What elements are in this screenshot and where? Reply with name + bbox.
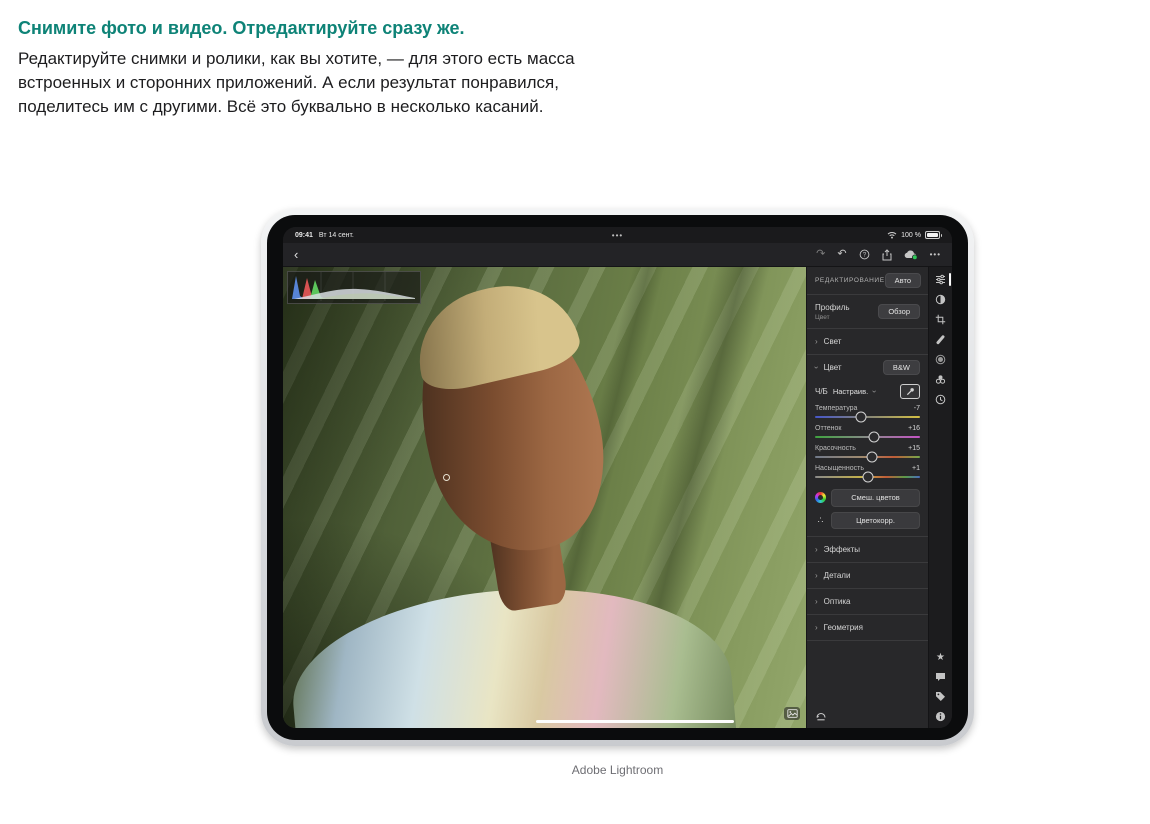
slider-label: Оттенок — [815, 425, 842, 432]
auto-button[interactable]: Авто — [885, 273, 921, 289]
page-title: Снимите фото и видео. Отредактируйте сра… — [18, 16, 624, 40]
battery-icon — [925, 231, 940, 239]
slider-value: +1 — [912, 465, 920, 472]
slider-label: Насыщенность — [815, 465, 864, 472]
subject-earring — [443, 474, 450, 481]
slider-value: +15 — [908, 445, 920, 452]
slider-track[interactable] — [815, 436, 920, 438]
tool-rail: ★ — [928, 267, 952, 728]
bw-toggle-button[interactable]: B&W — [883, 360, 920, 376]
filmstrip-toggle-button[interactable] — [784, 707, 800, 720]
hero-copy: Снимите фото и видео. Отредактируйте сра… — [18, 16, 624, 119]
share-icon[interactable] — [882, 249, 892, 261]
date: Вт 14 сент. — [319, 232, 354, 239]
color-grading-icon: ∴ — [815, 515, 826, 526]
page-paragraph: Редактируйте снимки и ролики, как вы хот… — [18, 47, 624, 119]
svg-text:?: ? — [862, 252, 866, 259]
edit-title: РЕДАКТИРОВАНИЕ — [815, 277, 885, 284]
edit-header-row: РЕДАКТИРОВАНИЕ Авто — [807, 267, 928, 295]
battery-percent: 100 % — [901, 232, 921, 239]
section-light[interactable]: › Свет — [807, 329, 928, 355]
back-button[interactable]: ‹ — [294, 248, 298, 261]
section-geometry[interactable]: › Геометрия — [807, 615, 928, 641]
slider-knob[interactable] — [866, 452, 877, 463]
home-indicator[interactable] — [536, 720, 734, 723]
chevron-right-icon: › — [815, 597, 818, 606]
section-detail[interactable]: › Детали — [807, 563, 928, 589]
color-mix-icon[interactable] — [929, 374, 952, 385]
color-wheel-icon — [815, 492, 826, 503]
section-color: › Цвет B&W Ч/Б Настраив. › — [807, 355, 928, 537]
slider-track[interactable] — [815, 456, 920, 458]
bw-label: Ч/Б — [815, 387, 828, 396]
profile-value: Цвет — [815, 314, 850, 321]
history-icon[interactable] — [929, 394, 952, 405]
chevron-right-icon: › — [815, 571, 818, 580]
status-left: 09:41 Вт 14 сент. — [295, 232, 354, 239]
slider-label: Красочность — [815, 445, 856, 452]
healing-brush-icon[interactable] — [929, 334, 952, 345]
masking-icon[interactable] — [929, 354, 952, 365]
adjustments-icon[interactable] — [929, 274, 952, 285]
slider-knob[interactable] — [862, 472, 873, 483]
profile-browse-button[interactable]: Обзор — [878, 304, 920, 320]
slider-value: +16 — [908, 425, 920, 432]
color-section-header[interactable]: › Цвет B&W — [807, 355, 928, 380]
vibrance-slider: Красочность +15 — [815, 445, 920, 458]
lightroom-screen: 09:41 Вт 14 сент. ••• 100 % ‹ ↷ — [283, 227, 952, 728]
undo-icon[interactable]: ↶ — [837, 249, 846, 260]
saturation-slider: Насыщенность +1 — [815, 465, 920, 478]
slider-knob[interactable] — [868, 432, 879, 443]
info-icon[interactable] — [929, 711, 952, 722]
chevron-right-icon: › — [815, 623, 818, 632]
temperature-slider: Температура -7 — [815, 405, 920, 418]
chevron-right-icon: › — [815, 337, 818, 346]
photo-canvas[interactable] — [283, 267, 806, 728]
profile-label: Профиль — [815, 303, 850, 312]
comments-icon[interactable] — [929, 672, 952, 682]
profile-row: Профиль Цвет Обзор — [807, 295, 928, 329]
chevron-down-icon: › — [812, 366, 821, 369]
multitask-dots-icon: ••• — [612, 231, 623, 240]
chevron-right-icon: › — [815, 545, 818, 554]
color-sliders: Температура -7 Оттенок +16 — [807, 403, 928, 489]
clock: 09:41 — [295, 232, 313, 239]
edit-panel: РЕДАКТИРОВАНИЕ Авто Профиль Цвет Обзор ›… — [806, 267, 928, 728]
editor-content: РЕДАКТИРОВАНИЕ Авто Профиль Цвет Обзор ›… — [283, 267, 952, 728]
revert-icon[interactable] — [815, 711, 827, 721]
bw-mode-row: Ч/Б Настраив. › — [807, 380, 928, 403]
color-mix-button[interactable]: Смеш. цветов — [831, 489, 920, 507]
cloud-synced-icon[interactable] — [904, 249, 918, 260]
status-bar: 09:41 Вт 14 сент. ••• 100 % — [283, 227, 952, 243]
rgb-histogram — [287, 271, 421, 304]
slider-knob[interactable] — [856, 412, 867, 423]
image-caption: Adobe Lightroom — [261, 763, 974, 777]
section-optics[interactable]: › Оптика — [807, 589, 928, 615]
tint-slider: Оттенок +16 — [815, 425, 920, 438]
wifi-icon — [887, 231, 897, 239]
chevron-down-icon: › — [870, 390, 879, 393]
presets-icon[interactable] — [929, 294, 952, 305]
slider-value: -7 — [914, 405, 920, 412]
slider-track[interactable] — [815, 476, 920, 478]
redo-icon[interactable]: ↷ — [816, 249, 825, 260]
reset-row — [807, 704, 928, 728]
more-icon[interactable]: ••• — [930, 250, 941, 259]
color-tool-buttons: Смеш. цветов ∴ Цветокорр. — [807, 489, 928, 536]
slider-track[interactable] — [815, 416, 920, 418]
section-effects[interactable]: › Эффекты — [807, 537, 928, 563]
status-right: 100 % — [887, 231, 940, 239]
keywords-tag-icon[interactable] — [929, 691, 952, 702]
app-toolbar: ‹ ↷ ↶ ? — [283, 243, 952, 267]
star-rating-icon[interactable]: ★ — [929, 653, 952, 663]
help-icon[interactable]: ? — [859, 249, 870, 260]
ipad-device: 09:41 Вт 14 сент. ••• 100 % ‹ ↷ — [261, 209, 974, 746]
eyedropper-button[interactable] — [900, 384, 920, 399]
slider-label: Температура — [815, 405, 857, 412]
color-grading-button[interactable]: Цветокорр. — [831, 512, 920, 530]
crop-icon[interactable] — [929, 314, 952, 325]
bw-mode-select[interactable]: Настраив. — [833, 387, 868, 396]
toolbar-actions: ↷ ↶ ? — [816, 249, 941, 261]
